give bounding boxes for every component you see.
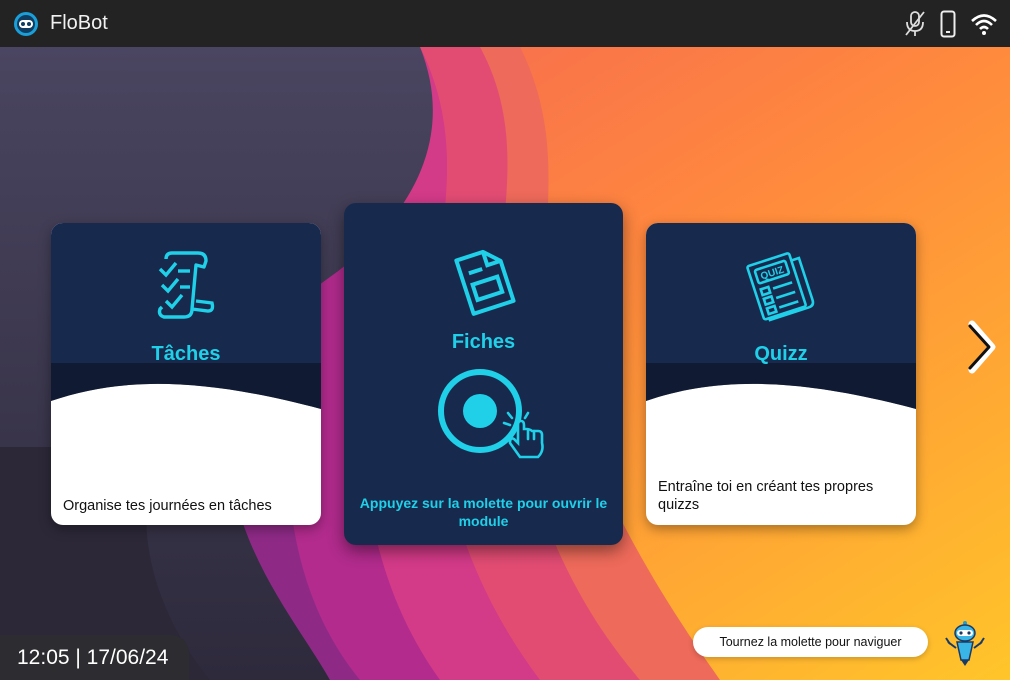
top-bar: FloBot — [0, 0, 1010, 47]
card-taches[interactable]: Tâches Organise tes journées en tâches — [51, 223, 321, 525]
phone-icon — [940, 10, 956, 38]
mic-muted-icon — [905, 11, 925, 36]
time-date-label: 12:05 | 17/06/24 — [17, 645, 169, 669]
app-title: FloBot — [50, 12, 108, 34]
robot-mascot-icon — [945, 621, 985, 666]
clock-display: 12:05 | 17/06/24 — [0, 635, 189, 680]
card-description: Organise tes journées en tâches — [63, 498, 272, 514]
next-arrow-icon[interactable] — [962, 318, 1002, 376]
document-icon — [453, 249, 516, 316]
flobot-logo-icon — [14, 11, 38, 36]
card-quizz[interactable]: QUIZ Quizz Entraîne toi en créant tes pr… — [646, 223, 916, 525]
navigation-hint-text: Tournez la molette pour naviguer — [719, 635, 902, 649]
card-wave — [51, 363, 321, 423]
card-description: Entraîne toi en créant tes propres quizz… — [658, 479, 874, 513]
card-wave — [646, 363, 916, 423]
card-title: Tâches — [151, 343, 221, 365]
card-fiches[interactable]: Fiches Appuyez sur la molette pour ouvri… — [344, 203, 623, 545]
card-title: Quizz — [754, 343, 808, 365]
task-list-icon — [157, 251, 215, 319]
navigation-hint: Tournez la molette pour naviguer — [693, 627, 928, 657]
press-knob-icon — [438, 369, 544, 459]
open-module-hint: Appuyez sur la molette pour ouvrir le mo… — [359, 495, 608, 529]
wifi-icon — [971, 14, 997, 35]
card-title: Fiches — [451, 331, 516, 353]
status-icons — [904, 10, 998, 38]
quiz-newspaper-icon: QUIZ — [746, 252, 815, 322]
